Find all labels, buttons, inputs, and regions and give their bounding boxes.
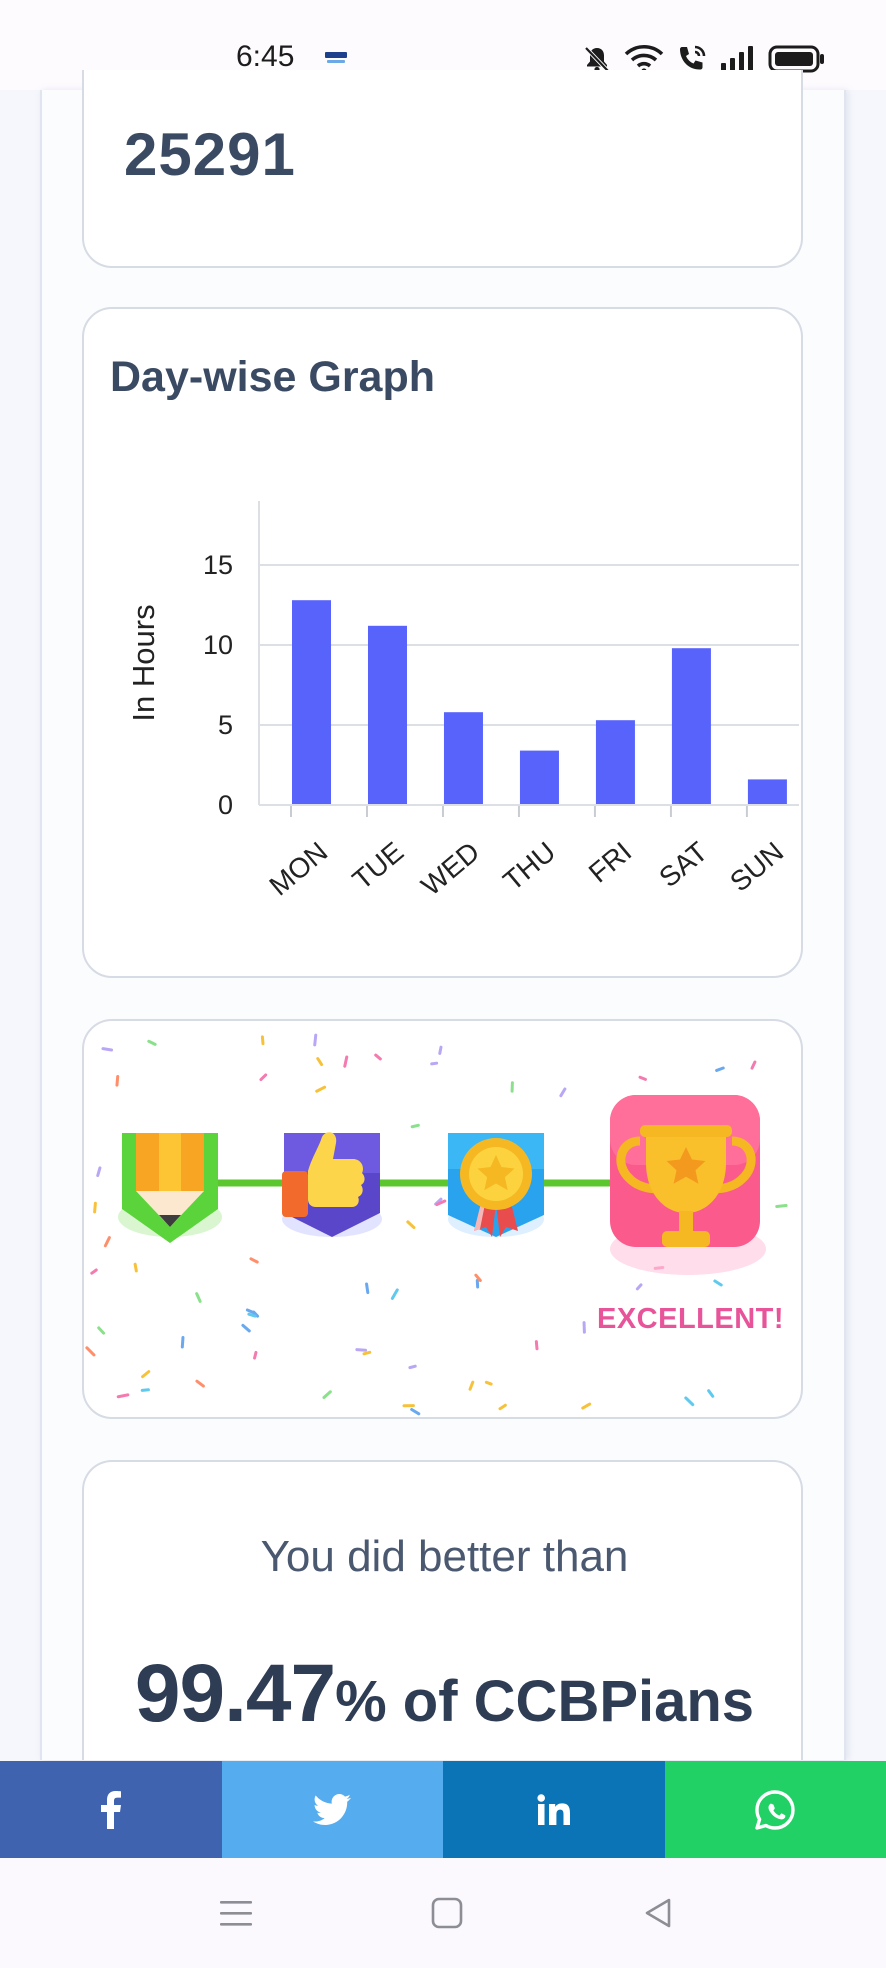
twitter-icon: [313, 1793, 352, 1825]
signal-icon: [721, 46, 753, 72]
navigation-bar: [0, 1858, 886, 1968]
percentile-suffix: % of CCBPians: [335, 1669, 755, 1734]
home-icon: [431, 1897, 463, 1929]
thumbs-up-badge-icon: [282, 1132, 382, 1237]
x-tick-label: WED: [415, 836, 485, 902]
share-twitter-button[interactable]: [221, 1761, 443, 1858]
status-time: 6:45: [236, 40, 295, 73]
x-tick-label: SAT: [653, 836, 713, 893]
trophy-badge-icon: [610, 1095, 766, 1275]
bar-tue: [367, 625, 407, 805]
excellent-label: EXCELLENT!: [597, 1303, 785, 1335]
bar-thu: [519, 750, 559, 805]
x-tick-label: TUE: [347, 836, 410, 896]
score-card: 25291: [82, 70, 803, 268]
bar-sat: [671, 648, 711, 805]
percentile-value: 99.47: [134, 1648, 336, 1739]
day-wise-graph-card: Day-wise Graph 0 5 10 15 In Hours MON TUE WED TH…: [82, 307, 803, 978]
medal-badge-icon: [448, 1133, 544, 1237]
menu-button[interactable]: [176, 1858, 296, 1968]
share-bar: [0, 1761, 886, 1858]
share-linkedin-button[interactable]: [443, 1761, 665, 1858]
facebook-icon: [100, 1790, 121, 1829]
back-button[interactable]: [598, 1858, 718, 1968]
bar-mon: [292, 600, 331, 805]
y-tick-label: 5: [218, 710, 233, 740]
milestone-track: [118, 1095, 766, 1275]
x-tick-label: MON: [263, 836, 333, 902]
percentile-line: 99.47% of CCBPians: [84, 1647, 805, 1741]
achievement-badges-card: EXCELLENT!: [82, 1019, 803, 1419]
battery-icon: [768, 45, 824, 73]
y-axis-title: In Hours: [126, 604, 161, 721]
y-tick-label: 15: [203, 550, 233, 580]
score-value: 25291: [124, 121, 296, 188]
linkedin-icon: [537, 1793, 570, 1825]
home-button[interactable]: [387, 1858, 507, 1968]
better-than-label: You did better than: [260, 1532, 629, 1581]
pencil-badge-icon: [118, 1133, 222, 1243]
day-wise-bar-chart: 0 5 10 15 In Hours MON TUE WED THU FRI SAT SUN: [126, 501, 799, 902]
menu-icon: [220, 1901, 252, 1926]
x-tick-label: SUN: [724, 836, 789, 898]
y-tick-label: 0: [218, 790, 233, 820]
share-facebook-button[interactable]: [0, 1761, 222, 1858]
bar-wed: [443, 712, 483, 805]
y-tick-label: 10: [203, 630, 233, 660]
percentile-card: You did better than 99.47% of CCBPians: [82, 1460, 803, 1760]
paytm-business-icon: [325, 52, 347, 63]
bar-fri: [595, 720, 635, 805]
whatsapp-icon: [755, 1789, 795, 1830]
x-tick-label: THU: [497, 836, 561, 897]
share-whatsapp-button[interactable]: [664, 1761, 886, 1858]
bar-sun: [747, 779, 787, 805]
back-icon: [645, 1898, 671, 1928]
x-tick-label: FRI: [583, 836, 637, 889]
